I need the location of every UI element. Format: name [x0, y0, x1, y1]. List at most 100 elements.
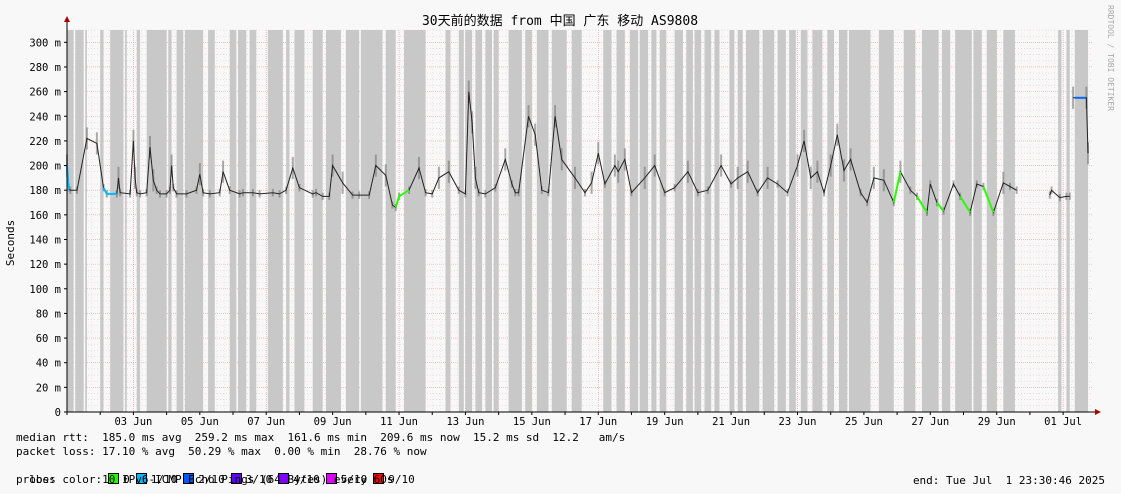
loss-band: [286, 30, 290, 412]
x-tick-label: 15 Jun: [513, 416, 551, 428]
loss-band: [85, 30, 87, 412]
y-axis-label: Seconds: [4, 220, 17, 266]
loss-band: [267, 30, 283, 412]
y-tick-label: 100 m: [29, 284, 61, 296]
loss-band: [475, 30, 483, 412]
y-tick-label: 40 m: [36, 358, 61, 370]
y-tick-label: 240 m: [29, 111, 61, 123]
loss-band: [360, 30, 383, 412]
x-tick-label: 03 Jun: [114, 416, 152, 428]
loss-band: [737, 30, 743, 412]
end-timestamp: end: Tue Jul 1 23:30:46 2025: [912, 474, 1105, 487]
loss-band: [404, 30, 426, 412]
x-tick-label: 27 Jun: [911, 416, 949, 428]
x-tick-label: 23 Jun: [779, 416, 817, 428]
loss-band: [694, 30, 702, 412]
loss-band: [345, 30, 360, 412]
loss-band: [136, 30, 141, 412]
loss-band: [325, 30, 341, 412]
loss-band: [485, 30, 493, 412]
x-tick-label: 19 Jun: [646, 416, 684, 428]
x-tick-label: 05 Jun: [181, 416, 219, 428]
loss-band: [125, 30, 127, 412]
loss-band: [955, 30, 972, 412]
loss-band: [941, 30, 951, 412]
loss-band: [800, 30, 808, 412]
loss-band: [571, 30, 582, 412]
latency-chart: 0 20 m 40 m 60 m 80 m 100 m 120 m 140 m 160 m 180…: [4, 5, 1115, 428]
loss-band: [878, 30, 894, 412]
y-tick-label: 0: [55, 407, 61, 419]
rrdtool-watermark: RRDTOOL / TOBI OETIKER: [1106, 5, 1115, 111]
x-tick-label: 29 Jun: [978, 416, 1016, 428]
loss-color-segment: [892, 171, 902, 203]
loss-band: [75, 30, 84, 412]
loss-band: [100, 30, 104, 412]
y-tick-label: 120 m: [29, 259, 61, 271]
loss-band: [777, 30, 786, 412]
loss-band: [536, 30, 549, 412]
loss-band: [184, 30, 204, 412]
loss-band: [294, 30, 305, 412]
y-tick-label: 80 m: [36, 308, 61, 320]
x-tick-label: 01 Jul: [1044, 416, 1082, 428]
loss-band: [903, 30, 916, 412]
loss-band: [146, 30, 167, 412]
probe-info: probe: 10 IPv6-ICMP Echo Pings (64 Bytes…: [16, 473, 394, 486]
y-tick-label: 140 m: [29, 234, 61, 246]
x-tick-label: 09 Jun: [314, 416, 352, 428]
y-axis-arrow: [64, 16, 70, 22]
loss-band: [445, 30, 451, 412]
loss-band: [686, 30, 693, 412]
loss-band: [312, 30, 323, 412]
loss-band: [385, 30, 396, 412]
loss-band: [176, 30, 184, 412]
loss-band: [848, 30, 871, 412]
chart-title: 30天前的数据 from 中国 广东 移动 AS9808: [422, 13, 698, 29]
x-tick-label: 11 Jun: [380, 416, 418, 428]
loss-band: [629, 30, 639, 412]
y-tick-label: 60 m: [36, 333, 61, 345]
loss-band: [973, 30, 982, 412]
loss-band: [922, 30, 939, 412]
loss-band: [729, 30, 735, 412]
x-tick-label: 13 Jun: [446, 416, 484, 428]
y-tick-labels: 0 20 m 40 m 60 m 80 m 100 m 120 m 140 m 160 m 180…: [29, 37, 67, 419]
y-tick-label: 300 m: [29, 37, 61, 49]
loss-band: [551, 30, 567, 412]
loss-band: [1058, 30, 1062, 412]
loss-band: [762, 30, 775, 412]
loss-band: [659, 30, 667, 412]
loss-band: [67, 30, 74, 412]
loss-band: [1066, 30, 1070, 412]
y-tick-label: 280 m: [29, 62, 61, 74]
loss-band: [1003, 30, 1015, 412]
loss-band: [812, 30, 823, 412]
x-tick-label: 21 Jun: [712, 416, 750, 428]
loss-band: [639, 30, 649, 412]
loss-band: [110, 30, 124, 412]
loss-band: [616, 30, 625, 412]
loss-band: [249, 30, 257, 412]
loss-band: [714, 30, 720, 412]
loss-band: [746, 30, 760, 412]
loss-band: [838, 30, 848, 412]
packet-loss-stats: packet loss: 17.10 % avg 50.29 % max 0.0…: [16, 445, 427, 458]
x-tick-label: 07 Jun: [247, 416, 285, 428]
y-tick-label: 180 m: [29, 185, 61, 197]
y-tick-label: 260 m: [29, 87, 61, 99]
x-tick-labels: 03 Jun 05 Jun 07 Jun 09 Jun 11 Jun 13 Jun 15 J…: [66, 412, 1082, 428]
loss-band: [458, 30, 464, 412]
y-tick-label: 220 m: [29, 136, 61, 148]
y-tick-label: 20 m: [36, 382, 61, 394]
loss-band: [493, 30, 499, 412]
loss-band: [986, 30, 997, 412]
loss-band: [651, 30, 657, 412]
loss-band: [508, 30, 522, 412]
median-rtt-stats: median rtt: 185.0 ms avg 259.2 ms max 16…: [16, 431, 626, 444]
loss-band: [525, 30, 532, 412]
loss-band: [827, 30, 835, 412]
y-tick-label: 160 m: [29, 210, 61, 222]
x-tick-label: 25 Jun: [845, 416, 883, 428]
x-tick-label: 17 Jun: [579, 416, 617, 428]
